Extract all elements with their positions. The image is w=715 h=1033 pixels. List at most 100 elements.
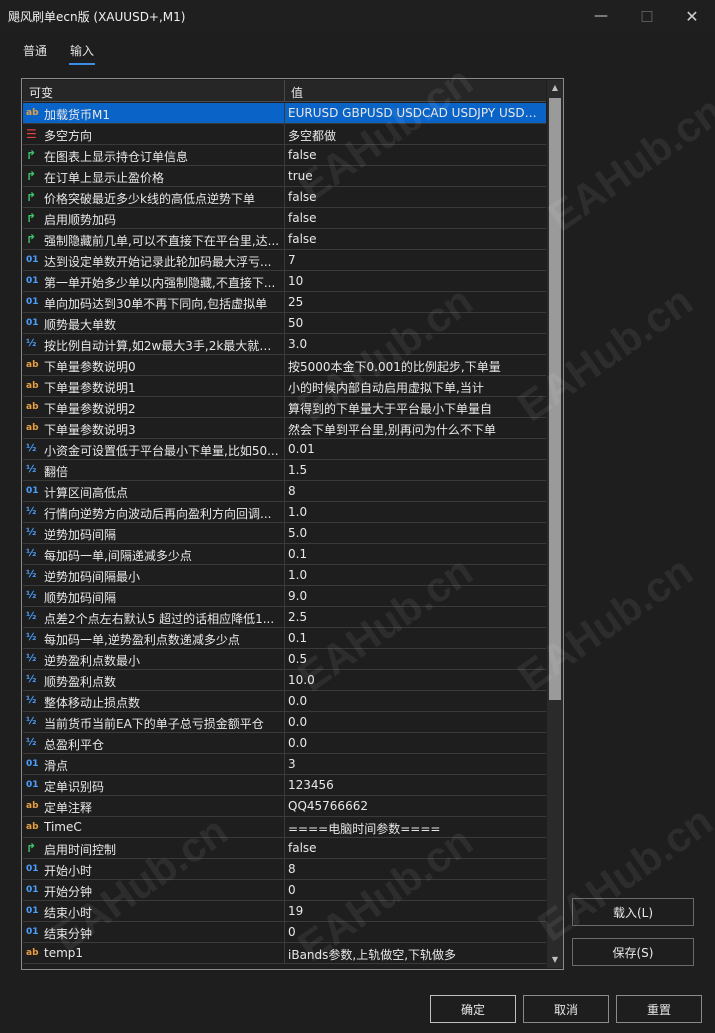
table-row[interactable]: ½ 小资金可设置低于平台最小下单量,比如50... 0.01 [23,439,546,460]
table-row[interactable]: ½ 逆势加码间隔最小 1.0 [23,565,546,586]
save-button[interactable]: 保存(S) [572,938,694,966]
table-row[interactable]: ab 下单量参数说明0 按5000本金下0.001的比例起步,下单量 [23,355,546,376]
table-row[interactable]: ½ 翻倍 1.5 [23,460,546,481]
load-button[interactable]: 载入(L) [572,898,694,926]
parameter-value[interactable]: 10.0 [288,673,542,687]
parameter-value[interactable]: 8 [288,862,542,876]
table-row[interactable]: 01 顺势最大单数 50 [23,313,546,334]
parameter-value[interactable]: 9.0 [288,589,542,603]
scroll-up-icon[interactable]: ▲ [547,80,563,96]
vertical-scrollbar[interactable]: ▲ ▼ [547,80,563,968]
parameter-value[interactable]: 1.5 [288,463,542,477]
table-row[interactable]: ↱ 强制隐藏前几单,可以不直接下在平台里,达... false [23,229,546,250]
table-row[interactable]: ½ 点差2个点左右默认5 超过的话相应降低1... 2.5 [23,607,546,628]
column-separator[interactable] [284,80,285,102]
parameter-value[interactable]: 多空都做 [288,127,542,144]
parameter-value[interactable]: 10 [288,274,542,288]
cancel-button[interactable]: 取消 [523,995,609,1023]
table-row[interactable]: 01 结束小时 19 [23,901,546,922]
parameter-value[interactable]: 7 [288,253,542,267]
close-icon[interactable]: ✕ [669,0,715,32]
table-row[interactable]: 01 结束分钟 0 [23,922,546,943]
parameter-value[interactable]: false [288,148,542,162]
table-row[interactable]: ½ 行情向逆势方向波动后再向盈利方向回调... 1.0 [23,502,546,523]
parameter-value[interactable]: 0.0 [288,736,542,750]
parameter-value[interactable]: 0.5 [288,652,542,666]
minimize-icon[interactable]: — [578,0,624,32]
parameter-value[interactable]: EURUSD GBPUSD USDCAD USDJPY USDC... [288,106,542,120]
table-row[interactable]: ab 加载货币M1 EURUSD GBPUSD USDCAD USDJPY USDC… [23,103,546,124]
table-row[interactable]: ab 下单量参数说明1 小的时候内部自动启用虚拟下单,当计 [23,376,546,397]
table-row[interactable]: 01 计算区间高低点 8 [23,481,546,502]
ok-button[interactable]: 确定 [430,995,516,1023]
table-row[interactable]: ↱ 启用时间控制 false [23,838,546,859]
table-row[interactable]: ab temp1 iBands参数,上轨做空,下轨做多 [23,943,546,964]
table-row[interactable]: ½ 逆势加码间隔 5.0 [23,523,546,544]
parameter-value[interactable]: 0.1 [288,631,542,645]
column-separator [284,523,285,544]
parameter-value[interactable]: 0.1 [288,547,542,561]
parameter-value[interactable]: 3.0 [288,337,542,351]
parameter-value[interactable]: 0 [288,883,542,897]
parameter-value[interactable]: 50 [288,316,542,330]
parameter-value[interactable]: 2.5 [288,610,542,624]
parameter-value[interactable]: 0.01 [288,442,542,456]
reset-button[interactable]: 重置 [616,995,702,1023]
parameter-value[interactable]: 19 [288,904,542,918]
parameter-value[interactable]: 3 [288,757,542,771]
scroll-thumb[interactable] [549,98,561,700]
parameter-value[interactable]: 8 [288,484,542,498]
parameter-value[interactable]: 按5000本金下0.001的比例起步,下单量 [288,358,542,375]
parameter-value[interactable]: false [288,232,542,246]
parameter-value[interactable]: 1.0 [288,505,542,519]
parameter-value[interactable]: iBands参数,上轨做空,下轨做多 [288,946,542,963]
table-row[interactable]: ½ 按比例自动计算,如2w最大3手,2k最大就是... 3.0 [23,334,546,355]
parameter-value[interactable]: QQ45766662 [288,799,542,813]
table-row[interactable]: 01 达到设定单数开始记录此轮加码最大浮亏... 7 [23,250,546,271]
tab-common[interactable]: 普通 [23,42,47,59]
table-row[interactable]: ab 定单注释 QQ45766662 [23,796,546,817]
table-row[interactable]: 01 滑点 3 [23,754,546,775]
parameter-value[interactable]: 5.0 [288,526,542,540]
table-row[interactable]: ½ 每加码一单,逆势盈利点数递减多少点 0.1 [23,628,546,649]
table-row[interactable]: ↱ 启用顺势加码 false [23,208,546,229]
column-header-variable[interactable]: 可变 [29,84,53,101]
table-row[interactable]: ab 下单量参数说明3 然会下单到平台里,别再问为什么不下单 [23,418,546,439]
parameter-value[interactable]: 123456 [288,778,542,792]
scroll-down-icon[interactable]: ▼ [547,952,563,968]
table-row[interactable]: ↱ 在订单上显示止盈价格 true [23,166,546,187]
parameter-value[interactable]: false [288,211,542,225]
parameter-value[interactable]: 算得到的下单量大于平台最小下单量自 [288,400,542,417]
parameter-value[interactable]: false [288,190,542,204]
parameter-value[interactable]: 0 [288,925,542,939]
column-header-value[interactable]: 值 [291,84,303,101]
parameter-value[interactable]: 0.0 [288,715,542,729]
table-row[interactable]: 01 开始小时 8 [23,859,546,880]
parameter-value[interactable]: ====电脑时间参数==== [288,820,542,837]
table-row[interactable]: ☰ 多空方向 多空都做 [23,124,546,145]
table-row[interactable]: ½ 总盈利平仓 0.0 [23,733,546,754]
parameter-value[interactable]: true [288,169,542,183]
table-row[interactable]: 01 单向加码达到30单不再下同向,包括虚拟单 25 [23,292,546,313]
table-row[interactable]: ↱ 价格突破最近多少k线的高低点逆势下单 false [23,187,546,208]
table-row[interactable]: 01 开始分钟 0 [23,880,546,901]
table-row[interactable]: ½ 每加码一单,间隔递减多少点 0.1 [23,544,546,565]
tab-inputs[interactable]: 输入 [70,42,94,59]
parameter-value[interactable]: 小的时候内部自动启用虚拟下单,当计 [288,379,542,396]
parameter-value[interactable]: 0.0 [288,694,542,708]
table-row[interactable]: ↱ 在图表上显示持仓订单信息 false [23,145,546,166]
table-row[interactable]: ab TimeC ====电脑时间参数==== [23,817,546,838]
table-row[interactable]: ½ 逆势盈利点数最小 0.5 [23,649,546,670]
table-row[interactable]: ab 下单量参数说明2 算得到的下单量大于平台最小下单量自 [23,397,546,418]
table-row[interactable]: 01 定单识别码 123456 [23,775,546,796]
table-row[interactable]: ½ 顺势盈利点数 10.0 [23,670,546,691]
double-type-icon: ½ [26,338,37,349]
parameter-value[interactable]: 25 [288,295,542,309]
parameter-value[interactable]: 然会下单到平台里,别再问为什么不下单 [288,421,542,438]
parameter-value[interactable]: false [288,841,542,855]
parameter-value[interactable]: 1.0 [288,568,542,582]
table-row[interactable]: 01 第一单开始多少单以内强制隐藏,不直接下... 10 [23,271,546,292]
table-row[interactable]: ½ 整体移动止损点数 0.0 [23,691,546,712]
table-row[interactable]: ½ 当前货币当前EA下的单子总亏损金额平仓 0.0 [23,712,546,733]
table-row[interactable]: ½ 顺势加码间隔 9.0 [23,586,546,607]
